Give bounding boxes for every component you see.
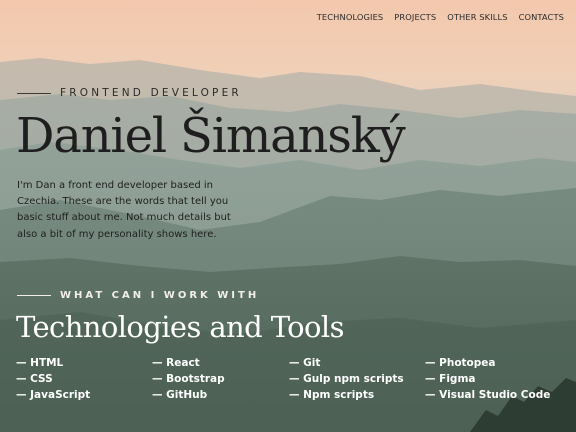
tech-item-css: — CSS <box>16 373 53 385</box>
tech-item-visual-studio-code: — Visual Studio Code <box>425 389 551 401</box>
technologies-title: Technologies and Tools <box>16 310 344 344</box>
technologies-eyebrow-text: WHAT CAN I WORK WITH <box>60 290 260 301</box>
nav-link-projects[interactable]: PROJECTS <box>394 12 436 22</box>
tech-item-github: — GitHub <box>152 389 208 401</box>
technologies-column-4: — Photopea — Figma — Visual Studio Code <box>425 355 550 403</box>
hero-name: Daniel Šimanský <box>16 108 406 164</box>
tech-item-html: — HTML <box>16 357 64 369</box>
tech-item-bootstrap: — Bootstrap <box>152 373 225 385</box>
hero-bio: I'm Dan a front end developer based in C… <box>17 180 231 240</box>
technologies-column-1: — HTML — CSS — JavaScript <box>16 355 90 403</box>
technologies-column-3: — Git — Gulp npm scripts — Npm scripts <box>289 355 404 403</box>
nav-link-other-skills[interactable]: OTHER SKILLS <box>447 12 507 22</box>
tech-item-react: — React <box>152 357 200 369</box>
hero-eyebrow-text: FRONTEND DEVELOPER <box>60 87 242 99</box>
tech-item-npm-scripts: — Npm scripts <box>289 389 375 401</box>
tech-item-figma: — Figma <box>425 373 476 385</box>
tech-item-gulp-npm-scripts: — Gulp npm scripts <box>289 373 404 385</box>
tech-item-javascript: — JavaScript <box>16 389 91 401</box>
technologies-column-2: — React — Bootstrap — GitHub <box>152 355 225 403</box>
tech-item-git: — Git <box>289 357 321 369</box>
hero-eyebrow: FRONTEND DEVELOPER <box>17 87 242 99</box>
nav-link-technologies[interactable]: TECHNOLOGIES <box>317 12 384 22</box>
technologies-eyebrow: WHAT CAN I WORK WITH <box>17 290 259 301</box>
nav-link-contacts[interactable]: CONTACTS <box>519 12 564 22</box>
top-navigation: TECHNOLOGIES PROJECTS OTHER SKILLS CONTA… <box>317 12 564 22</box>
eyebrow-divider <box>17 295 51 296</box>
eyebrow-divider <box>17 92 51 94</box>
tech-item-photopea: — Photopea <box>425 357 496 369</box>
